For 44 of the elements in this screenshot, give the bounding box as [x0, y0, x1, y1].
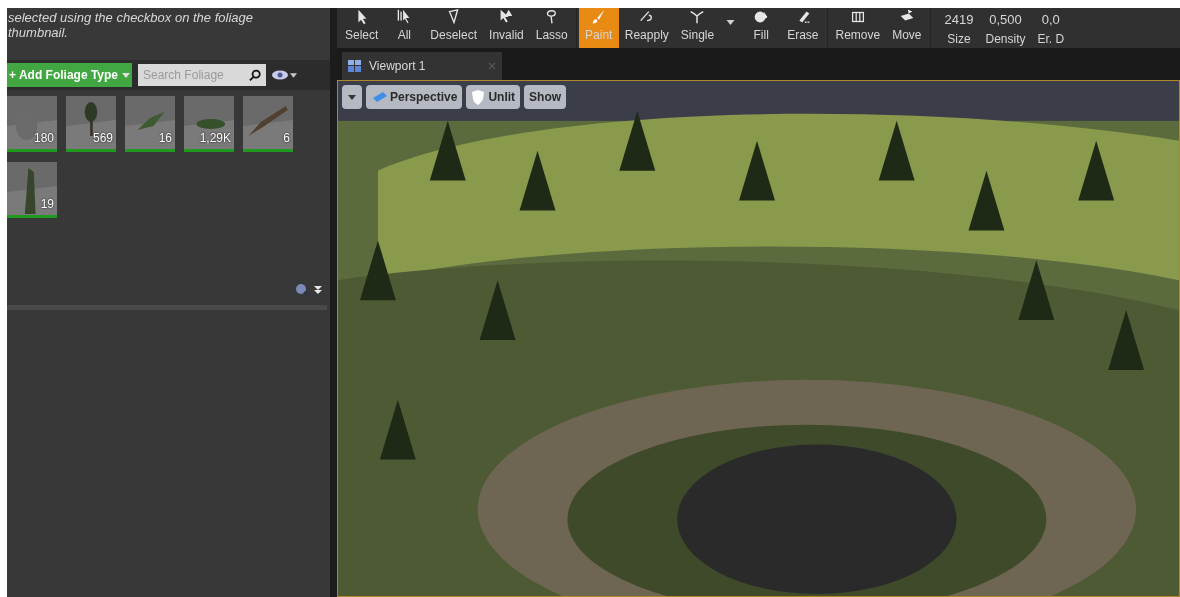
viewport[interactable]: Perspective Unlit Show	[337, 80, 1180, 597]
instance-count: 180	[33, 130, 54, 147]
caret-icon	[726, 20, 736, 25]
viewport-button[interactable]: Perspective	[366, 85, 463, 109]
instance-count: 16	[158, 130, 172, 147]
setting-value[interactable]: 0,500	[989, 10, 1022, 30]
caret-icon	[290, 72, 297, 78]
tool-button[interactable]: Remove	[829, 8, 887, 48]
tab-label: Viewport 1	[369, 58, 427, 75]
tool-button[interactable]: All	[384, 8, 425, 48]
caret-icon	[122, 72, 130, 78]
setting-label: Size	[947, 30, 971, 48]
instance-count: 569	[92, 130, 113, 147]
tool-button[interactable]: Invalid	[483, 8, 530, 48]
setting-value[interactable]: 2419	[944, 10, 974, 30]
setting-label: Density	[985, 30, 1026, 48]
tool-button[interactable]: Reapply	[618, 8, 675, 48]
tool-button[interactable]: Move	[886, 8, 928, 48]
tool-button[interactable]: Select	[339, 8, 385, 48]
search-icon	[249, 68, 262, 82]
eye-icon	[272, 70, 288, 80]
hint-text: selected using the checkbox on the foliage thumbnail.	[7, 9, 254, 42]
tool-button[interactable]: Lasso	[529, 8, 574, 48]
instance-count: 6	[283, 130, 290, 147]
instance-count: 1,29K	[199, 130, 231, 147]
options-dropdown[interactable]	[342, 85, 362, 109]
tool-button[interactable]: Fill	[741, 8, 782, 48]
search-field[interactable]: Search Foliage	[138, 64, 266, 86]
viewport-tab[interactable]: Viewport 1	[342, 52, 502, 80]
tool-button[interactable]: Erase	[781, 8, 825, 48]
shield-icon	[471, 89, 486, 105]
viewport-button[interactable]: Unlit	[466, 85, 521, 109]
setting-label: Er. D	[1037, 30, 1065, 48]
caret-icon	[348, 94, 356, 100]
setting-value[interactable]: 0,0	[1041, 10, 1060, 30]
visibility-dropdown[interactable]	[272, 70, 297, 80]
double-arrow-icon	[314, 286, 322, 294]
info-search-icon	[295, 282, 310, 298]
instance-count: 19	[40, 196, 54, 213]
tool-button[interactable]: Single	[674, 8, 721, 48]
camera-icon	[371, 92, 387, 102]
viewport-icon	[348, 60, 361, 72]
tool-button[interactable]: Deselect	[424, 8, 484, 48]
viewport-button[interactable]: Show	[524, 85, 567, 109]
